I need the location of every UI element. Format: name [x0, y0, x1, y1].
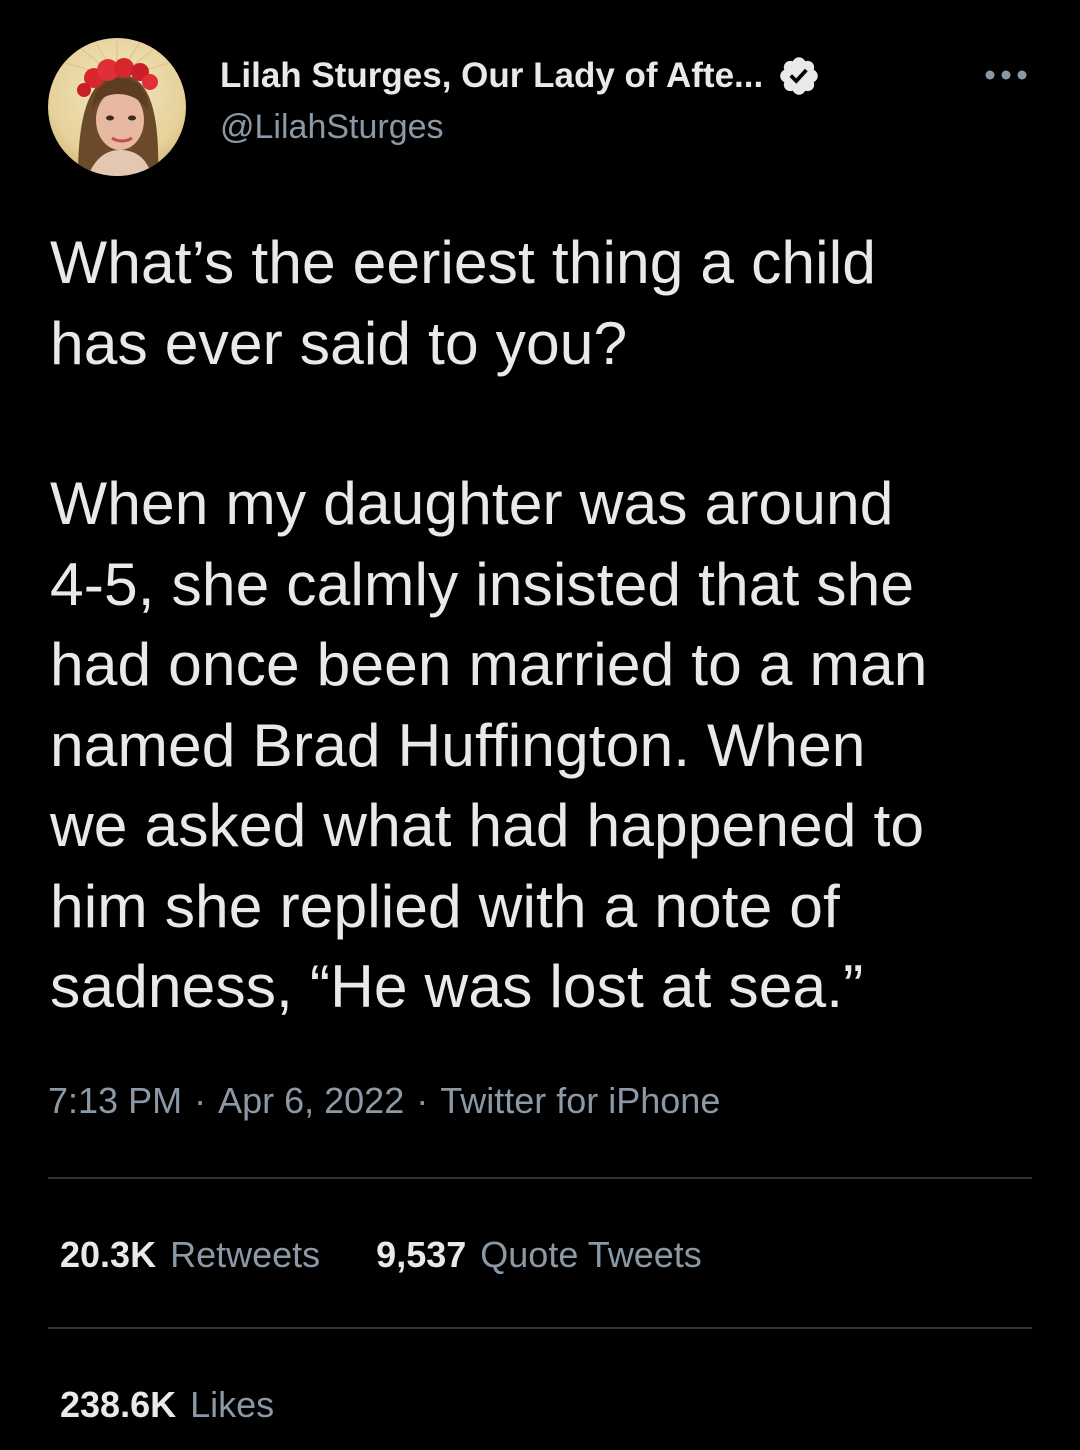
tweet-line: had once been married to a man	[50, 630, 928, 698]
tweet-line: him she replied with a note of	[50, 871, 840, 940]
stats-row: 20.3K Retweets 9,537 Quote Tweets	[60, 1234, 702, 1276]
retweets-count: 20.3K	[60, 1234, 157, 1275]
quote-tweets-label: Quote Tweets	[480, 1234, 702, 1275]
retweets-stat[interactable]: 20.3K Retweets	[60, 1234, 320, 1276]
likes-label: Likes	[190, 1384, 275, 1425]
tweet-detail: Lilah Sturges, Our Lady of Afte... @Lila…	[0, 0, 1080, 1450]
divider	[48, 1177, 1032, 1179]
quote-tweets-stat[interactable]: 9,537 Quote Tweets	[376, 1234, 702, 1276]
author-name-row: Lilah Sturges, Our Lady of Afte...	[220, 54, 940, 98]
retweets-label: Retweets	[170, 1234, 321, 1275]
more-options-icon[interactable]	[980, 62, 1032, 88]
verified-badge-icon	[777, 54, 821, 98]
meta-separator: ·	[194, 1080, 207, 1121]
tweet-text: What’s the eeriest thing a child has eve…	[50, 222, 1050, 1027]
tweet-line: named Brad Huffington. When	[50, 710, 866, 779]
tweet-line: has ever said to you?	[50, 308, 628, 377]
tweet-time[interactable]: 7:13 PM	[48, 1080, 182, 1121]
tweet-line: When my daughter was around	[50, 469, 894, 537]
likes-count: 238.6K	[60, 1384, 177, 1425]
author-display-name[interactable]: Lilah Sturges, Our Lady of Afte...	[220, 56, 763, 96]
tweet-line: we asked what had happened to	[50, 791, 925, 859]
author-handle[interactable]: @LilahSturges	[220, 108, 940, 147]
tweet-source[interactable]: Twitter for iPhone	[440, 1080, 720, 1121]
tweet-line: sadness, “He was lost at sea.”	[50, 952, 864, 1020]
tweet-meta: 7:13 PM · Apr 6, 2022 · Twitter for iPhone	[48, 1080, 720, 1122]
quote-tweets-count: 9,537	[376, 1234, 467, 1275]
tweet-line: 4-5, she calmly insisted that she	[50, 549, 915, 618]
author-block: Lilah Sturges, Our Lady of Afte... @Lila…	[220, 54, 940, 147]
meta-separator: ·	[416, 1080, 429, 1121]
tweet-date[interactable]: Apr 6, 2022	[218, 1080, 404, 1121]
divider	[48, 1327, 1032, 1329]
tweet-line: What’s the eeriest thing a child	[50, 228, 877, 296]
likes-stat[interactable]: 238.6K Likes	[60, 1384, 274, 1426]
author-avatar[interactable]	[48, 38, 186, 176]
likes-row: 238.6K Likes	[60, 1384, 274, 1426]
